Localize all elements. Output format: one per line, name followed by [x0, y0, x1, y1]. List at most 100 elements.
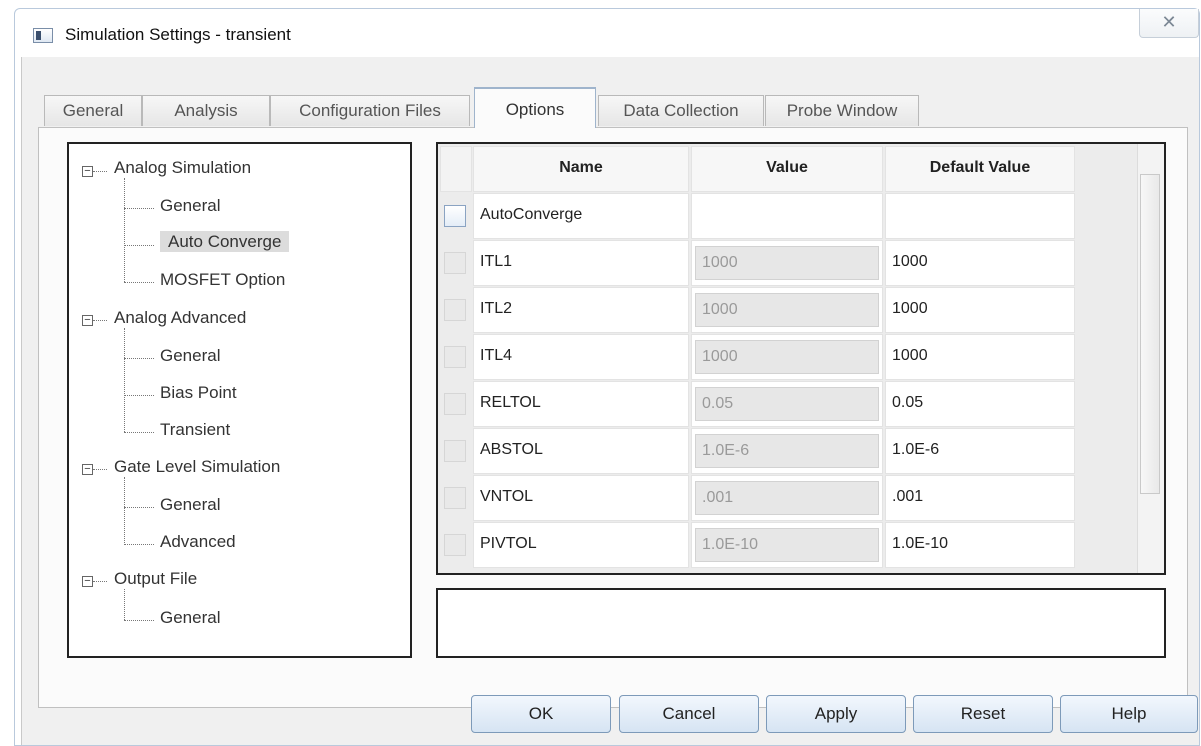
itl2-checkbox[interactable] [444, 299, 466, 321]
property-value-field[interactable]: 1000 [695, 246, 879, 280]
options-tree: − Analog Simulation General Auto Converg… [67, 142, 412, 658]
property-value-field[interactable]: 1.0E-6 [695, 434, 879, 468]
tree-item-bias-point[interactable]: Bias Point [160, 383, 237, 407]
tree-connector [124, 178, 125, 282]
tree-connector [124, 245, 154, 246]
column-header-name[interactable]: Name [473, 146, 689, 192]
cancel-button[interactable]: Cancel [619, 695, 759, 733]
property-value-wrap: 1.0E-10 [691, 522, 883, 568]
column-header-default-value[interactable]: Default Value [885, 146, 1075, 192]
property-name-cell: ITL4 [473, 334, 689, 380]
help-button[interactable]: Help [1060, 695, 1198, 733]
property-default-cell: 1.0E-10 [885, 522, 1075, 568]
tab-probe-window[interactable]: Probe Window [765, 95, 919, 126]
itl1-checkbox[interactable] [444, 252, 466, 274]
options-property-grid: Name Value Default Value AutoConverge IT… [436, 142, 1166, 575]
tree-item-auto-converge[interactable]: Auto Converge [160, 231, 290, 256]
reset-button[interactable]: Reset [913, 695, 1053, 733]
vntol-checkbox[interactable] [444, 487, 466, 509]
property-name-cell: RELTOL [473, 381, 689, 427]
abstol-checkbox[interactable] [444, 440, 466, 462]
property-value-wrap: 1.0E-6 [691, 428, 883, 474]
tree-connector [93, 171, 107, 172]
property-value-field[interactable]: 1000 [695, 340, 879, 374]
close-button[interactable]: ✕ [1139, 9, 1199, 38]
tab-analysis[interactable]: Analysis [142, 95, 270, 126]
property-value-field[interactable]: 1000 [695, 293, 879, 327]
tab-general[interactable]: General [44, 95, 142, 126]
tree-connector [124, 282, 154, 283]
tree-item-general[interactable]: General [160, 346, 220, 370]
tab-data-collection[interactable]: Data Collection [598, 95, 764, 126]
tree-connector [124, 544, 154, 545]
tree-connector [93, 469, 107, 470]
property-value-wrap: .001 [691, 475, 883, 521]
tree-connector [93, 320, 107, 321]
tree-connector [124, 477, 125, 545]
tree-item-general[interactable]: General [160, 196, 220, 220]
property-value-wrap: 0.05 [691, 381, 883, 427]
tree-group-output-file[interactable]: Output File [114, 569, 197, 593]
collapse-analog-simulation-icon[interactable]: − [82, 166, 93, 177]
property-value-cell[interactable] [691, 193, 883, 239]
itl4-checkbox[interactable] [444, 346, 466, 368]
collapse-analog-advanced-icon[interactable]: − [82, 315, 93, 326]
apply-button[interactable]: Apply [766, 695, 906, 733]
tree-connector [124, 358, 154, 359]
ok-button[interactable]: OK [471, 695, 611, 733]
property-name-cell: ABSTOL [473, 428, 689, 474]
window-title: Simulation Settings - transient [65, 25, 291, 44]
collapse-gate-level-simulation-icon[interactable]: − [82, 464, 93, 475]
row-header-corner [440, 146, 472, 192]
scrollbar-thumb[interactable] [1140, 174, 1160, 494]
property-default-cell: .001 [885, 475, 1075, 521]
tree-connector [124, 507, 154, 508]
tree-connector [124, 328, 125, 432]
tree-group-analog-simulation[interactable]: Analog Simulation [114, 158, 251, 182]
property-default-cell: 0.05 [885, 381, 1075, 427]
property-value-wrap: 1000 [691, 287, 883, 333]
property-value-field[interactable]: 0.05 [695, 387, 879, 421]
property-value-wrap: 1000 [691, 334, 883, 380]
pivtol-checkbox[interactable] [444, 534, 466, 556]
tree-group-gate-level-simulation[interactable]: Gate Level Simulation [114, 457, 280, 481]
property-default-cell [885, 193, 1075, 239]
property-value-wrap: 1000 [691, 240, 883, 286]
property-name-cell: ITL1 [473, 240, 689, 286]
tree-item-general[interactable]: General [160, 495, 220, 519]
property-default-cell: 1000 [885, 287, 1075, 333]
property-name-cell: ITL2 [473, 287, 689, 333]
property-default-cell: 1.0E-6 [885, 428, 1075, 474]
column-header-value[interactable]: Value [691, 146, 883, 192]
tree-connector [124, 620, 154, 621]
app-window-icon [33, 28, 53, 43]
tree-connector [124, 432, 154, 433]
selected-item-label: Auto Converge [160, 231, 290, 252]
tree-item-transient[interactable]: Transient [160, 420, 230, 444]
tab-options[interactable]: Options [474, 87, 596, 128]
dialog-client-area: General Analysis Configuration Files Opt… [21, 57, 1199, 745]
tree-item-mosfet-option[interactable]: MOSFET Option [160, 270, 285, 294]
property-description-box [436, 588, 1166, 658]
tree-item-general[interactable]: General [160, 608, 220, 632]
tree-connector [124, 395, 154, 396]
property-name-cell: VNTOL [473, 475, 689, 521]
tree-group-analog-advanced[interactable]: Analog Advanced [114, 308, 246, 332]
property-value-field[interactable]: .001 [695, 481, 879, 515]
property-name-cell: PIVTOL [473, 522, 689, 568]
simulation-settings-dialog: Simulation Settings - transient ✕ Genera… [14, 8, 1200, 746]
autoconverge-checkbox[interactable] [444, 205, 466, 227]
tree-connector [124, 589, 125, 620]
property-value-field[interactable]: 1.0E-10 [695, 528, 879, 562]
property-default-cell: 1000 [885, 334, 1075, 380]
options-panel: − Analog Simulation General Auto Converg… [38, 127, 1188, 708]
collapse-output-file-icon[interactable]: − [82, 576, 93, 587]
tree-connector [93, 581, 107, 582]
vertical-scrollbar[interactable] [1137, 144, 1164, 573]
tree-connector [124, 208, 154, 209]
title-bar: Simulation Settings - transient ✕ [15, 9, 1199, 57]
reltol-checkbox[interactable] [444, 393, 466, 415]
tree-item-advanced[interactable]: Advanced [160, 532, 236, 556]
tab-configuration-files[interactable]: Configuration Files [270, 95, 470, 126]
property-name-cell: AutoConverge [473, 193, 689, 239]
